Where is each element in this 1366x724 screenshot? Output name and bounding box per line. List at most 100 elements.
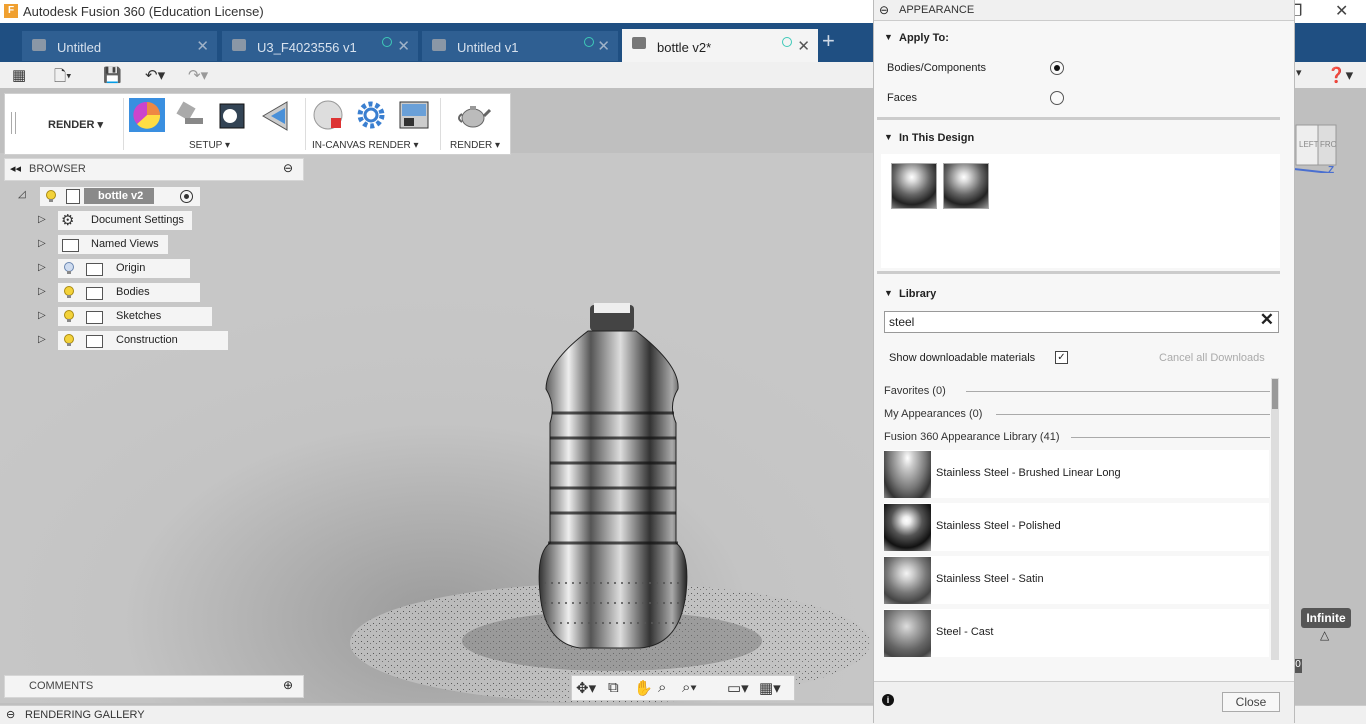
tree-item-label: Named Views bbox=[91, 238, 159, 250]
zoom-icon[interactable]: ⌕ bbox=[658, 679, 666, 696]
chevron-down-icon[interactable]: ▾ bbox=[1296, 66, 1302, 79]
material-item[interactable]: Stainless Steel - Satin bbox=[884, 556, 1269, 604]
render-group-label[interactable]: RENDER ▾ bbox=[450, 140, 500, 151]
lightbulb-icon[interactable] bbox=[64, 310, 74, 323]
help-icon[interactable]: ❓▾ bbox=[1327, 66, 1353, 84]
design-material-thumb[interactable] bbox=[891, 163, 937, 209]
tab-close-icon[interactable]: ✕ bbox=[397, 37, 410, 55]
section-divider bbox=[877, 271, 1280, 274]
collapse-triangle-icon[interactable]: ◿ bbox=[18, 189, 26, 200]
tree-item-box[interactable]: Bodies bbox=[58, 283, 200, 302]
display-settings-icon[interactable]: ▭▾ bbox=[727, 679, 749, 697]
appearance-dialog: ⊖ APPEARANCE ▼ Apply To: Bodies/Componen… bbox=[873, 0, 1295, 724]
section-divider bbox=[877, 117, 1280, 120]
library-scrollbar[interactable] bbox=[1271, 378, 1279, 660]
infinite-badge[interactable]: Infinite bbox=[1301, 608, 1351, 628]
add-comment-icon[interactable]: ⊕ bbox=[283, 678, 293, 692]
expand-triangle-icon[interactable]: ▷ bbox=[38, 310, 46, 321]
workspace-switcher[interactable]: RENDER ▾ bbox=[48, 118, 103, 131]
expand-triangle-icon[interactable]: ▷ bbox=[38, 286, 46, 297]
tab-close-icon[interactable]: ✕ bbox=[597, 37, 610, 55]
tree-root-box[interactable]: bottle v2 bbox=[40, 187, 200, 206]
in-canvas-render-icon[interactable] bbox=[311, 98, 347, 132]
fusion-library-section[interactable]: Fusion 360 Appearance Library (41) bbox=[884, 431, 1060, 443]
material-item[interactable]: Stainless Steel - Brushed Linear Long bbox=[884, 450, 1269, 498]
render-settings-gear-icon[interactable] bbox=[353, 98, 389, 132]
expand-triangle-icon[interactable]: ▷ bbox=[38, 262, 46, 273]
library-search-input[interactable]: steel ✕ bbox=[884, 310, 1279, 333]
cancel-all-downloads-link[interactable]: Cancel all Downloads bbox=[1159, 352, 1265, 364]
tab-label: bottle v2* bbox=[657, 40, 712, 55]
collapse-panel-icon[interactable]: ◂◂ bbox=[10, 162, 21, 175]
window-close-icon[interactable]: ✕ bbox=[1335, 1, 1348, 21]
browser-panel-header[interactable]: ◂◂ BROWSER ⊖ bbox=[4, 158, 304, 181]
section-triangle-icon[interactable]: ▼ bbox=[884, 132, 893, 142]
section-triangle-icon[interactable]: ▼ bbox=[884, 32, 893, 42]
expand-triangle-icon[interactable]: ▷ bbox=[38, 238, 46, 249]
collapse-dialog-icon[interactable]: ⊖ bbox=[879, 3, 889, 17]
zoom-window-icon[interactable]: ⌕▾ bbox=[682, 679, 697, 696]
tab-untitled[interactable]: Untitled ✕ bbox=[22, 31, 217, 61]
tree-item-box[interactable]: Sketches bbox=[58, 307, 212, 326]
physical-material-icon[interactable] bbox=[214, 98, 250, 132]
material-thumbnail bbox=[884, 610, 931, 657]
grid-settings-icon[interactable]: ▦▾ bbox=[759, 679, 781, 697]
close-button[interactable]: Close bbox=[1222, 692, 1280, 712]
tab-close-icon[interactable]: ✕ bbox=[196, 37, 209, 55]
material-item[interactable]: Steel - Cast bbox=[884, 609, 1269, 657]
scrollbar-thumb[interactable] bbox=[1272, 379, 1278, 409]
collapse-icon[interactable]: ⊖ bbox=[6, 708, 15, 721]
bodies-components-radio[interactable] bbox=[1050, 61, 1064, 75]
orbit-icon[interactable]: ✥▾ bbox=[576, 679, 596, 697]
data-panel-grid-icon[interactable]: ▦ bbox=[12, 66, 26, 84]
tree-item-box[interactable]: ⚙ Document Settings bbox=[58, 211, 192, 230]
material-item[interactable]: Stainless Steel - Polished bbox=[884, 503, 1269, 551]
view-cube[interactable]: LEFT FRONT Z bbox=[1293, 123, 1338, 176]
tree-item-box[interactable]: Named Views bbox=[58, 235, 168, 254]
ribbon-separator bbox=[440, 98, 441, 150]
scene-settings-icon[interactable] bbox=[129, 98, 165, 132]
show-downloadable-checkbox[interactable]: ✓ bbox=[1055, 351, 1068, 364]
activate-radio-icon[interactable] bbox=[180, 190, 193, 203]
browser-options-icon[interactable]: ⊖ bbox=[283, 161, 293, 175]
folder-icon bbox=[86, 263, 103, 276]
capture-image-icon[interactable] bbox=[396, 98, 432, 132]
lightbulb-icon[interactable] bbox=[64, 286, 74, 299]
expand-triangle-icon[interactable]: ▷ bbox=[38, 334, 46, 345]
texture-map-icon[interactable] bbox=[257, 98, 293, 132]
comments-panel-header[interactable]: COMMENTS ⊕ bbox=[4, 675, 304, 698]
setup-group-label[interactable]: SETUP ▾ bbox=[189, 140, 230, 151]
redo-icon[interactable]: ↷▾ bbox=[188, 66, 208, 84]
design-material-thumb[interactable] bbox=[943, 163, 989, 209]
tree-item-box[interactable]: Construction bbox=[58, 331, 228, 350]
clear-search-icon[interactable]: ✕ bbox=[1260, 310, 1274, 330]
ribbon-grip[interactable] bbox=[11, 112, 16, 134]
appearance-header[interactable]: ⊖ APPEARANCE bbox=[874, 0, 1294, 21]
tab-close-icon[interactable]: ✕ bbox=[797, 37, 810, 55]
teapot-render-icon[interactable] bbox=[455, 98, 492, 132]
tree-item-box[interactable]: Origin bbox=[58, 259, 190, 278]
save-icon[interactable]: 💾 bbox=[103, 66, 122, 84]
my-appearances-section[interactable]: My Appearances (0) bbox=[884, 408, 982, 420]
favorites-section[interactable]: Favorites (0) bbox=[884, 385, 946, 397]
new-tab-icon[interactable]: + bbox=[822, 28, 835, 54]
file-menu-icon[interactable]: 🗋▾ bbox=[54, 66, 72, 91]
lightbulb-off-icon[interactable] bbox=[64, 262, 74, 275]
triangle-marker-icon: △ bbox=[1320, 628, 1330, 642]
tab-u3[interactable]: U3_F4023556 v1 ✕ bbox=[222, 31, 418, 61]
info-icon[interactable]: i bbox=[882, 694, 894, 706]
tree-item-label: Bodies bbox=[116, 286, 150, 298]
expand-triangle-icon[interactable]: ▷ bbox=[38, 214, 46, 225]
faces-radio[interactable] bbox=[1050, 91, 1064, 105]
in-canvas-render-group-label[interactable]: IN-CANVAS RENDER ▾ bbox=[312, 140, 419, 151]
lightbulb-icon[interactable] bbox=[46, 190, 56, 203]
tab-bottle-v2[interactable]: bottle v2* ✕ bbox=[622, 29, 818, 62]
look-at-icon[interactable]: ⧉ bbox=[608, 679, 619, 696]
view-cube-front-label: FRONT bbox=[1320, 140, 1336, 149]
tab-untitled-v1[interactable]: Untitled v1 ✕ bbox=[422, 31, 618, 61]
lightbulb-icon[interactable] bbox=[64, 334, 74, 347]
pan-hand-icon[interactable]: ✋ bbox=[634, 679, 653, 697]
section-triangle-icon[interactable]: ▼ bbox=[884, 288, 893, 298]
undo-icon[interactable]: ↶▾ bbox=[145, 66, 165, 84]
appearance-icon[interactable] bbox=[171, 98, 207, 132]
